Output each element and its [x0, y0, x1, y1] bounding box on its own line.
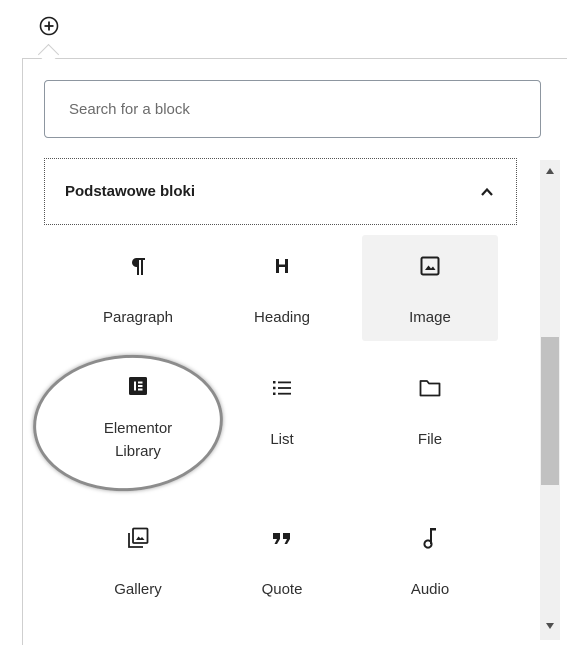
list-icon [267, 375, 297, 401]
image-icon [415, 253, 445, 279]
scroll-down-button[interactable] [540, 617, 560, 635]
scrollbar-thumb[interactable] [541, 337, 559, 485]
category-toggle-podstawowe-bloki[interactable]: Podstawowe bloki [44, 158, 517, 225]
paragraph-icon [123, 253, 153, 279]
block-heading[interactable]: Heading [214, 235, 350, 341]
block-label: Paragraph [102, 309, 174, 326]
block-label: Heading [254, 309, 310, 326]
plus-circle-icon [39, 16, 59, 36]
inserter-toggle-button[interactable] [38, 15, 60, 37]
music-note-icon [415, 525, 445, 551]
triangle-up-icon [546, 168, 554, 174]
inserter-topbar [0, 0, 568, 58]
scroll-up-button[interactable] [540, 162, 560, 180]
chevron-up-icon [481, 187, 493, 196]
heading-icon [267, 253, 297, 279]
quote-icon [267, 525, 297, 551]
block-quote[interactable]: Quote [214, 507, 350, 613]
block-image[interactable]: Image [362, 235, 498, 341]
block-label: Quote [261, 581, 303, 598]
block-search-input[interactable] [67, 99, 540, 119]
folder-icon [415, 375, 445, 401]
block-audio[interactable]: Audio [362, 507, 498, 613]
block-gallery[interactable]: Gallery [70, 507, 206, 613]
block-label: Image [409, 309, 451, 326]
block-label: Gallery [114, 581, 162, 598]
block-label: File [417, 431, 443, 448]
triangle-down-icon [546, 623, 554, 629]
block-file[interactable]: File [362, 357, 498, 463]
block-list[interactable]: List [214, 357, 350, 463]
block-paragraph[interactable]: Paragraph [70, 235, 206, 341]
gallery-icon [123, 525, 153, 551]
block-search-field[interactable] [44, 80, 541, 138]
block-label: List [270, 431, 294, 448]
category-label: Podstawowe bloki [65, 183, 196, 200]
block-label: Audio [410, 581, 450, 598]
